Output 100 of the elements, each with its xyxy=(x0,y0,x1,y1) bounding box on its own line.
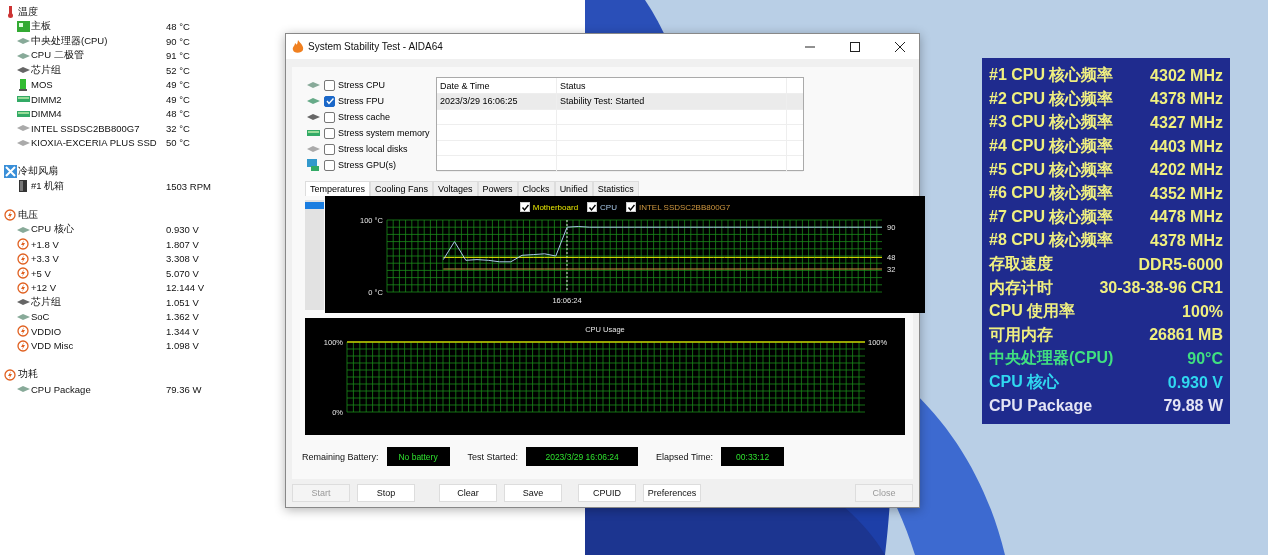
dialog-button[interactable]: Clear xyxy=(439,484,497,502)
sensor-value: 49 °C xyxy=(166,93,190,105)
tab[interactable]: Powers xyxy=(477,181,518,196)
sensor-label[interactable]: +1.8 V xyxy=(31,238,166,250)
sensor-label[interactable]: +3.3 V xyxy=(31,253,166,265)
option-label: Stress system memory xyxy=(338,128,430,138)
sensor-label[interactable]: 中央处理器(CPU) xyxy=(31,34,166,48)
sensor-label[interactable]: SoC xyxy=(31,311,166,323)
tab[interactable]: Statistics xyxy=(592,181,639,196)
lightning-icon xyxy=(3,209,17,222)
sensor-value: 3.308 V xyxy=(166,253,199,265)
lightning-icon xyxy=(16,252,30,265)
dialog-button[interactable]: Stop xyxy=(357,484,415,502)
osd-label: #1 CPU 核心频率 xyxy=(989,65,1114,86)
status-label: Remaining Battery: xyxy=(302,451,379,462)
close-icon[interactable] xyxy=(895,41,905,52)
section-label[interactable]: 冷却风扇 xyxy=(18,165,166,179)
maximize-icon[interactable] xyxy=(850,41,860,52)
option-label: Stress FPU xyxy=(338,96,384,106)
tab[interactable]: Cooling Fans xyxy=(370,181,434,196)
checkbox[interactable] xyxy=(324,159,335,171)
sensor-value: 1.098 V xyxy=(166,340,199,352)
chip-icon xyxy=(306,79,320,91)
sensor-label[interactable]: CPU 二极管 xyxy=(31,49,166,63)
tab[interactable]: Unified xyxy=(554,181,593,196)
osd-label: 存取速度 xyxy=(989,254,1053,275)
osd-value: 4378 MHz xyxy=(1150,90,1223,109)
osd-label: CPU 核心 xyxy=(989,372,1060,392)
osd-label: #4 CPU 核心频率 xyxy=(989,136,1114,157)
osd-value: 30-38-38-96 CR1 xyxy=(1099,279,1223,298)
sensor-label[interactable]: VDD Misc xyxy=(31,340,166,352)
sensor-label[interactable]: 芯片组 xyxy=(31,295,166,309)
window-title: System Stability Test - AIDA64 xyxy=(308,41,443,52)
column-header[interactable]: Date & Time xyxy=(437,78,557,93)
log-row[interactable]: 2023/3/29 16:06:25 Stability Test: Started xyxy=(437,94,803,110)
sensor-label[interactable]: CPU Package xyxy=(31,383,166,395)
osd-value: 100% xyxy=(1182,302,1223,321)
section-label[interactable]: 温度 xyxy=(18,5,166,19)
sensor-label[interactable]: DIMM2 xyxy=(31,93,166,105)
checkbox[interactable] xyxy=(324,127,335,139)
sensor-label[interactable]: 芯片组 xyxy=(31,63,166,77)
osd-label: CPU 使用率 xyxy=(989,301,1076,322)
sensor-label[interactable]: INTEL SSDSC2BB800G7 xyxy=(31,122,166,134)
checkbox[interactable] xyxy=(324,79,335,91)
checkbox[interactable] xyxy=(324,95,335,107)
status-value: No battery xyxy=(386,447,450,466)
status-value: 00:33:12 xyxy=(721,447,785,466)
checkbox[interactable] xyxy=(324,143,335,155)
osd-label: #6 CPU 核心频率 xyxy=(989,183,1114,204)
lightning-icon xyxy=(16,267,30,280)
osd-value: 26861 MB xyxy=(1149,326,1223,345)
sensor-value: 1.807 V xyxy=(166,238,199,250)
sensor-value: 1.362 V xyxy=(166,311,199,323)
lightning-icon xyxy=(16,238,30,251)
dialog-button[interactable]: CPUID xyxy=(578,484,636,502)
sensor-label[interactable]: DIMM4 xyxy=(31,108,166,120)
memory-icon xyxy=(306,127,320,139)
lightning-icon xyxy=(16,325,30,338)
monitor-icon xyxy=(306,159,320,171)
chip-icon xyxy=(306,111,320,123)
checkbox[interactable] xyxy=(324,111,335,123)
tab[interactable]: Voltages xyxy=(433,181,478,196)
sensor-value: 91 °C xyxy=(166,50,190,62)
sensor-label[interactable]: VDDIO xyxy=(31,325,166,337)
osd-value: 4378 MHz xyxy=(1150,231,1223,250)
sensor-value: 48 °C xyxy=(166,21,190,33)
tab[interactable]: Clocks xyxy=(517,181,555,196)
sensor-value: 1.344 V xyxy=(166,325,199,337)
sensor-label[interactable]: +12 V xyxy=(31,282,166,294)
sensor-label[interactable]: KIOXIA-EXCERIA PLUS SSD xyxy=(31,137,166,149)
sensor-value: 79.36 W xyxy=(166,383,202,395)
option-label: Stress cache xyxy=(338,112,391,122)
sensor-label[interactable]: +5 V xyxy=(31,267,166,279)
table-cell: 2023/3/29 16:06:25 xyxy=(437,94,557,109)
section-label[interactable]: 功耗 xyxy=(18,368,166,382)
sensor-label[interactable]: CPU 核心 xyxy=(31,223,166,237)
sensor-value: 1.051 V xyxy=(166,296,199,308)
osd-value: 4202 MHz xyxy=(1150,161,1223,180)
osd-value: 4327 MHz xyxy=(1150,114,1223,132)
option-label: Stress GPU(s) xyxy=(338,160,396,170)
sensor-value: 5.070 V xyxy=(166,267,199,279)
sensor-value: 32 °C xyxy=(166,122,190,134)
sensor-label[interactable]: MOS xyxy=(31,79,166,91)
column-header[interactable]: Status xyxy=(557,78,787,93)
osd-value: DDR5-6000 xyxy=(1138,255,1223,274)
section-label[interactable]: 电压 xyxy=(18,208,166,222)
drive-icon xyxy=(306,143,320,155)
sensor-label[interactable]: #1 机箱 xyxy=(31,179,166,193)
dialog-button[interactable]: Preferences xyxy=(643,484,701,502)
osd-label: #8 CPU 核心频率 xyxy=(989,230,1114,251)
osd-value: 4302 MHz xyxy=(1150,66,1223,85)
legend-checkbox[interactable] xyxy=(587,202,598,212)
legend-label: INTEL SSDSC2BB800G7 xyxy=(638,202,731,212)
sensor-label[interactable]: 主板 xyxy=(31,20,166,34)
fan-icon xyxy=(3,165,17,178)
dialog-button[interactable]: Save xyxy=(504,484,562,502)
scrollbar[interactable] xyxy=(305,200,324,310)
sensor-value: 0.930 V xyxy=(166,224,199,236)
lightning-icon xyxy=(16,281,30,294)
tab[interactable]: Temperatures xyxy=(305,181,371,196)
